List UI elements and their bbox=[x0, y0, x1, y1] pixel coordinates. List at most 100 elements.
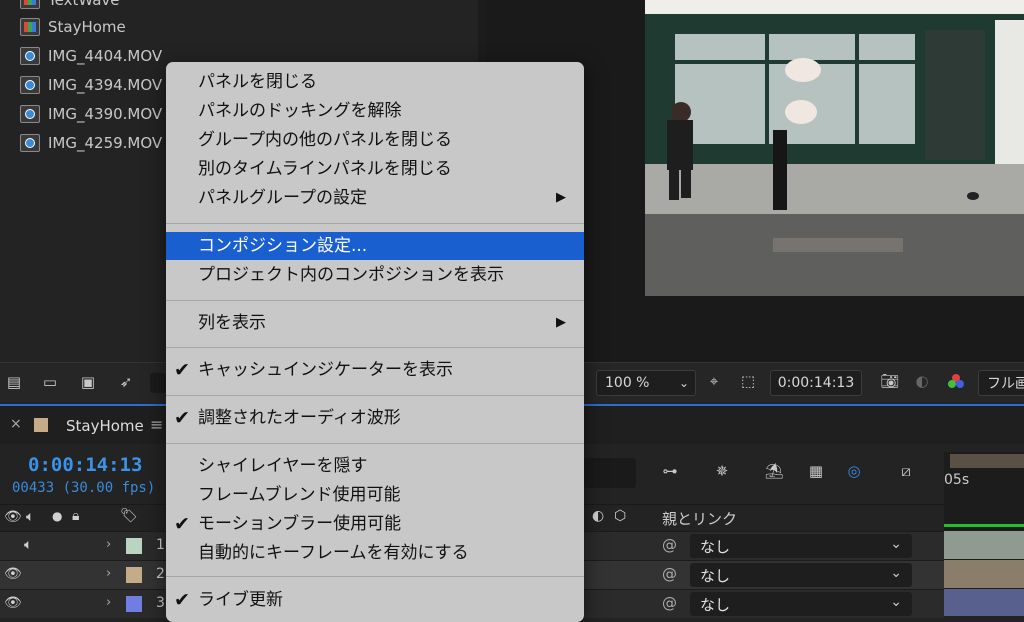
parent-dropdown[interactable]: なし ⌄ bbox=[690, 534, 912, 558]
work-area-bar[interactable] bbox=[950, 454, 1024, 468]
project-item[interactable]: TextWave bbox=[20, 0, 120, 12]
pick-whip-icon[interactable]: @ bbox=[662, 594, 677, 612]
menu-item-close-panel[interactable]: パネルを閉じる bbox=[166, 68, 584, 96]
menu-item-enable-frame-blending[interactable]: フレームブレンド使用可能 bbox=[166, 481, 584, 509]
checkmark-icon: ✔ bbox=[174, 513, 190, 535]
parent-value: なし bbox=[700, 537, 731, 556]
checkmark-icon: ✔ bbox=[174, 407, 190, 429]
layer-bar[interactable] bbox=[944, 531, 1024, 559]
graph-editor-icon[interactable]: ⧄ bbox=[896, 462, 916, 480]
layer-bar[interactable] bbox=[944, 560, 1024, 588]
region-of-interest-icon[interactable]: ⬚ bbox=[738, 372, 758, 390]
submenu-arrow-icon: ▶ bbox=[556, 190, 566, 205]
chevron-right-icon[interactable]: › bbox=[106, 537, 111, 552]
menu-item-enable-motion-blur[interactable]: ✔ モーションブラー使用可能 bbox=[166, 510, 584, 538]
project-item[interactable]: IMG_4390.MOV bbox=[20, 102, 162, 126]
viewer-timecode[interactable]: 0:00:14:13 bbox=[770, 370, 862, 396]
project-bit-depth[interactable] bbox=[150, 373, 166, 393]
layer-label-swatch[interactable] bbox=[126, 567, 142, 583]
audio-toggle-icon[interactable]: 🔈︎ bbox=[24, 537, 32, 553]
render-queue-icon[interactable]: ➶ bbox=[116, 373, 136, 391]
solo-header-icon: ● bbox=[52, 509, 63, 523]
menu-item-show-cache-indicators[interactable]: ✔ キャッシュインジケーターを表示 bbox=[166, 356, 584, 384]
frame-count-display: 00433 (30.00 fps) bbox=[12, 480, 156, 496]
menu-item-live-update[interactable]: ✔ ライブ更新 bbox=[166, 586, 584, 614]
menu-item-label: ライブ更新 bbox=[198, 590, 283, 610]
tab-stayhome[interactable]: StayHome bbox=[66, 417, 144, 435]
menu-item-undock-panel[interactable]: パネルのドッキングを解除 bbox=[166, 97, 584, 125]
eye-icon[interactable]: 👁︎ bbox=[4, 566, 22, 582]
resolution-dropdown[interactable]: フル画 bbox=[978, 370, 1024, 396]
menu-item-rectified-audio-waveforms[interactable]: ✔ 調整されたオーディオ波形 bbox=[166, 404, 584, 432]
zoom-value: 100 % bbox=[605, 375, 650, 391]
interpret-footage-icon[interactable]: ▤ bbox=[4, 373, 24, 391]
menu-item-composition-settings[interactable]: コンポジション設定... bbox=[166, 232, 584, 260]
shy-layers-icon[interactable]: ⛱ bbox=[764, 462, 784, 480]
quicktime-icon bbox=[20, 47, 40, 65]
menu-item-label: 別のタイムラインパネルを閉じる bbox=[198, 159, 452, 179]
pick-whip-icon[interactable]: @ bbox=[662, 536, 677, 554]
new-composition-icon[interactable]: ▣ bbox=[78, 373, 98, 391]
menu-separator bbox=[166, 576, 584, 577]
chevron-right-icon[interactable]: › bbox=[106, 595, 111, 610]
video-switch-header-icon: 👁︎ bbox=[4, 509, 22, 525]
audio-header-icon: 🔈︎ bbox=[26, 509, 35, 525]
channels-icon[interactable] bbox=[946, 372, 966, 390]
chevron-down-icon: ⌄ bbox=[678, 376, 689, 390]
parent-value: なし bbox=[700, 566, 731, 585]
safe-margins-icon[interactable]: ⌖ bbox=[704, 372, 724, 390]
project-item-label: IMG_4390.MOV bbox=[48, 105, 163, 123]
pick-whip-icon[interactable]: @ bbox=[662, 565, 677, 583]
menu-item-panel-group-settings[interactable]: パネルグループの設定 ▶ bbox=[166, 184, 584, 212]
current-time-display[interactable]: 0:00:14:13 bbox=[28, 454, 142, 476]
layer-label-swatch[interactable] bbox=[126, 596, 142, 612]
layer-label-swatch[interactable] bbox=[126, 538, 142, 554]
project-item[interactable]: IMG_4404.MOV bbox=[20, 44, 162, 68]
menu-item-hide-shy-layers[interactable]: シャイレイヤーを隠す bbox=[166, 452, 584, 480]
draft-3d-icon[interactable]: ✵ bbox=[712, 462, 732, 480]
menu-item-reveal-composition[interactable]: プロジェクト内のコンポジションを表示 bbox=[166, 261, 584, 289]
viewer-toolbar: 100 % ⌄ ⌖ ⬚ 0:00:14:13 📷︎ ◐ フル画 bbox=[586, 362, 1024, 403]
camera-snapshot-icon[interactable]: 📷︎ bbox=[880, 372, 900, 390]
project-item[interactable]: IMG_4394.MOV bbox=[20, 73, 162, 97]
menu-item-label: プロジェクト内のコンポジションを表示 bbox=[198, 265, 504, 285]
menu-item-label: フレームブレンド使用可能 bbox=[198, 485, 401, 505]
frame-blending-icon[interactable]: ▦ bbox=[806, 462, 826, 480]
composition-mini-flowchart-icon[interactable]: ⊶ bbox=[660, 462, 680, 480]
parent-dropdown[interactable]: なし ⌄ bbox=[690, 563, 912, 587]
tab-menu-icon[interactable]: ≡ bbox=[150, 415, 163, 434]
project-item-label: StayHome bbox=[48, 18, 126, 36]
project-item-label: IMG_4404.MOV bbox=[48, 47, 163, 65]
layer-bar[interactable] bbox=[944, 589, 1024, 616]
checkmark-icon: ✔ bbox=[174, 589, 190, 611]
show-snapshot-icon[interactable]: ◐ bbox=[912, 372, 932, 390]
parent-link-header: 親とリンク bbox=[662, 510, 738, 528]
menu-item-label: モーションブラー使用可能 bbox=[198, 514, 402, 534]
viewer-pasteboard bbox=[645, 296, 1024, 362]
menu-item-columns[interactable]: 列を表示 ▶ bbox=[166, 309, 584, 337]
layer-search-input[interactable] bbox=[584, 458, 636, 488]
rgb-channels-icon bbox=[948, 374, 964, 388]
parent-dropdown[interactable]: なし ⌄ bbox=[690, 592, 912, 616]
cache-indicator bbox=[944, 524, 1024, 527]
close-tab-icon[interactable]: × bbox=[10, 416, 22, 432]
menu-item-close-other-timelines[interactable]: 別のタイムラインパネルを閉じる bbox=[166, 155, 584, 183]
zoom-dropdown[interactable]: 100 % ⌄ bbox=[596, 370, 696, 396]
quicktime-icon bbox=[20, 105, 40, 123]
project-item[interactable]: IMG_4259.MOV bbox=[20, 131, 162, 155]
motion-blur-icon[interactable]: ◎ bbox=[844, 462, 864, 480]
menu-item-close-other-panels[interactable]: グループ内の他のパネルを閉じる bbox=[166, 126, 584, 154]
new-folder-icon[interactable]: ▭ bbox=[40, 373, 60, 391]
menu-item-auto-keyframe[interactable]: 自動的にキーフレームを有効にする bbox=[166, 539, 584, 567]
chevron-down-icon: ⌄ bbox=[890, 594, 902, 610]
eye-icon[interactable]: 👁︎ bbox=[4, 595, 22, 611]
viewer-timecode-value: 0:00:14:13 bbox=[777, 375, 855, 391]
viewer-frame-image bbox=[645, 0, 1024, 296]
project-item[interactable]: StayHome bbox=[20, 15, 126, 39]
chevron-right-icon[interactable]: › bbox=[106, 566, 111, 581]
layer-number: 3 bbox=[156, 595, 165, 611]
menu-separator bbox=[166, 395, 584, 396]
submenu-arrow-icon: ▶ bbox=[556, 315, 566, 330]
menu-item-label: 調整されたオーディオ波形 bbox=[198, 408, 401, 428]
parent-value: なし bbox=[700, 595, 731, 614]
